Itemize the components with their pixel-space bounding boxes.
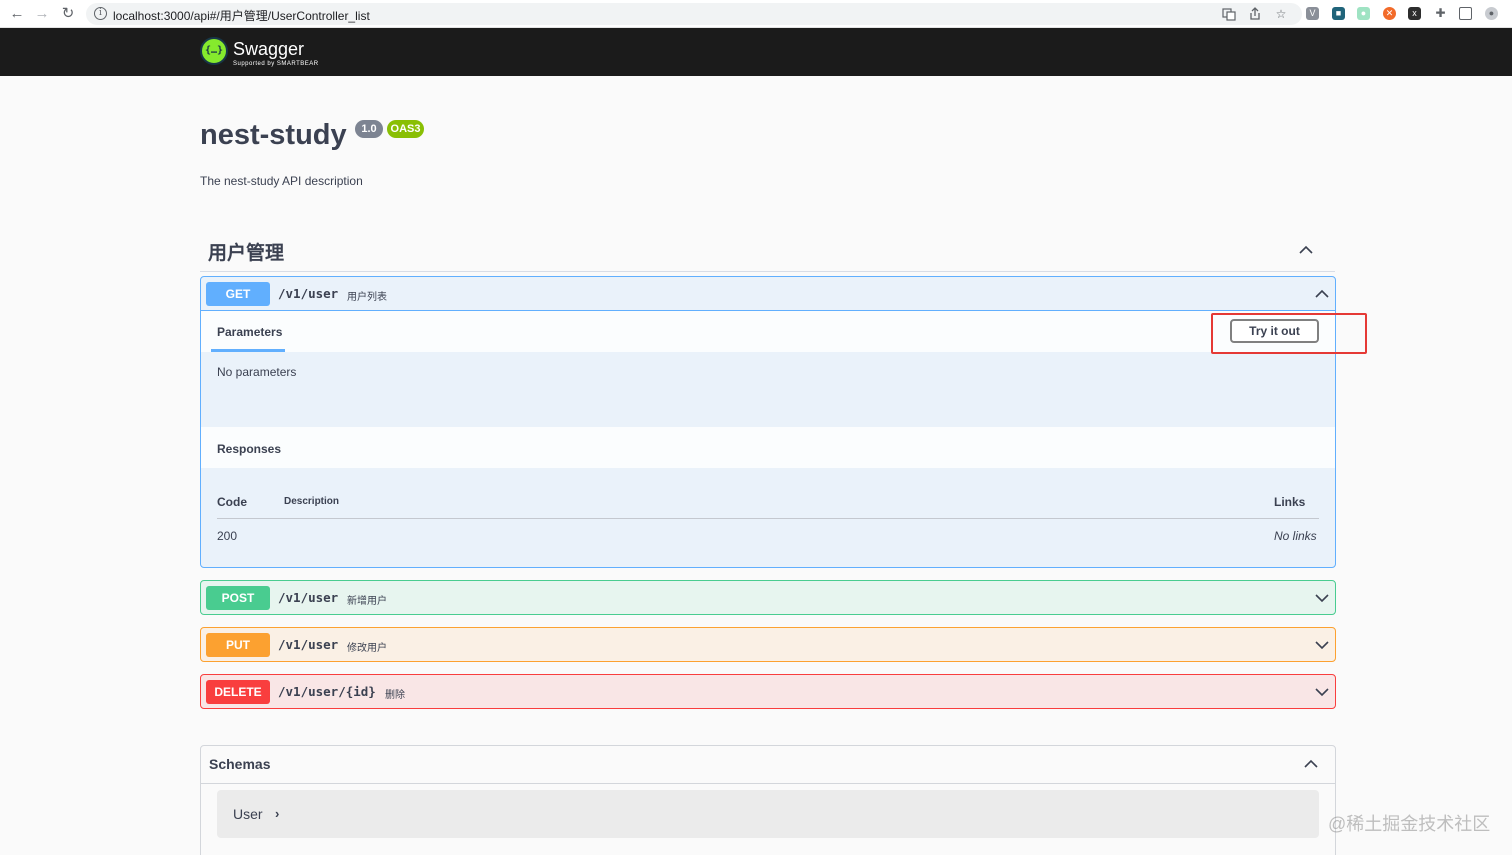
operation-path: /v1/user/{id} (278, 684, 376, 699)
puzzle-icon[interactable]: ✚ (1434, 7, 1447, 20)
swagger-logo-subtitle: Supported by SMARTBEAR (233, 61, 319, 67)
extension-icon[interactable]: ■ (1332, 7, 1345, 20)
annotation-highlight-box (1211, 313, 1367, 354)
api-description: The nest-study API description (200, 174, 363, 188)
operation-delete-user: DELETE /v1/user/{id} 删除 (200, 674, 1336, 709)
site-info-icon[interactable]: i (94, 7, 107, 20)
share-icon[interactable] (1248, 7, 1262, 21)
chevron-up-icon[interactable] (1314, 286, 1330, 302)
operation-summary[interactable]: PUT /v1/user 修改用户 (201, 628, 1335, 662)
operation-path: /v1/user (278, 590, 339, 605)
back-arrow-icon[interactable]: ← (8, 5, 26, 23)
method-badge-put: PUT (206, 633, 270, 657)
method-badge-get: GET (206, 282, 270, 306)
response-links: No links (1274, 529, 1317, 543)
profile-avatar-icon[interactable]: ● (1485, 7, 1498, 20)
responses-label: Responses (217, 442, 282, 456)
chevron-down-icon[interactable] (1314, 590, 1330, 606)
operation-summary[interactable]: DELETE /v1/user/{id} 删除 (201, 675, 1335, 709)
api-title: nest-study (200, 119, 347, 151)
browser-toolbar: ← → ↻ i localhost:3000/api#/用户管理/UserCon… (0, 0, 1512, 28)
operation-summary-text: 修改用户 (347, 643, 387, 654)
side-panel-icon[interactable] (1459, 7, 1472, 20)
response-code: 200 (217, 529, 238, 543)
swagger-logo-text[interactable]: Swagger (233, 39, 304, 60)
table-divider (217, 518, 1319, 519)
extension-icon[interactable]: x (1408, 7, 1421, 20)
chevron-right-icon[interactable]: › (275, 806, 279, 821)
parameters-tab-underline (211, 349, 285, 352)
operation-summary-text: 用户列表 (347, 292, 387, 303)
column-description: Description (284, 496, 340, 507)
operation-summary-text: 新增用户 (347, 596, 387, 607)
no-parameters-text: No parameters (217, 365, 297, 379)
oas-badge: OAS3 (387, 120, 424, 138)
schemas-title[interactable]: Schemas (209, 756, 270, 772)
chevron-down-icon[interactable] (1314, 637, 1330, 653)
model-user[interactable]: User › (217, 790, 1319, 838)
operation-path: /v1/user (278, 286, 339, 301)
forward-arrow-icon[interactable]: → (33, 5, 51, 23)
model-name[interactable]: User (233, 806, 263, 822)
swagger-logo-icon[interactable]: {…} (200, 37, 228, 65)
parameters-tab[interactable]: Parameters (217, 325, 282, 339)
operation-path: /v1/user (278, 637, 339, 652)
tag-section-header[interactable]: 用户管理 (200, 232, 1335, 272)
reload-icon[interactable]: ↻ (59, 5, 77, 23)
schemas-header[interactable]: Schemas (201, 746, 1335, 784)
operation-summary-text: 删除 (385, 690, 405, 701)
method-badge-post: POST (206, 586, 270, 610)
tag-title[interactable]: 用户管理 (208, 238, 284, 265)
chevron-up-icon[interactable] (1303, 756, 1319, 772)
column-links: Links (1274, 495, 1306, 509)
translate-icon[interactable] (1222, 7, 1236, 21)
watermark-text: @稀土掘金技术社区 (1328, 814, 1491, 834)
extension-icon[interactable]: ● (1357, 7, 1370, 20)
chevron-down-icon[interactable] (1314, 684, 1330, 700)
vue-devtools-icon[interactable]: V (1306, 7, 1319, 20)
operation-get-user: GET /v1/user 用户列表 Parameters Try it out … (200, 276, 1336, 568)
operation-summary[interactable]: POST /v1/user 新增用户 (201, 581, 1335, 615)
address-bar[interactable]: i localhost:3000/api#/用户管理/UserControlle… (86, 3, 1302, 25)
swagger-topbar: {…} Swagger Supported by SMARTBEAR (0, 28, 1512, 76)
operation-put-user: PUT /v1/user 修改用户 (200, 627, 1336, 662)
schemas-section: Schemas User › (200, 745, 1336, 855)
version-badge: 1.0 (355, 120, 383, 138)
operation-post-user: POST /v1/user 新增用户 (200, 580, 1336, 615)
method-badge-delete: DELETE (206, 680, 270, 704)
parameters-header: Parameters Try it out (201, 311, 1335, 352)
chevron-up-icon[interactable] (1298, 242, 1314, 258)
bookmark-star-icon[interactable]: ☆ (1274, 7, 1288, 21)
extension-icon[interactable]: ✕ (1383, 7, 1396, 20)
url-text[interactable]: localhost:3000/api#/用户管理/UserController_… (113, 7, 370, 24)
operation-summary[interactable]: GET /v1/user 用户列表 (201, 277, 1335, 311)
column-code: Code (217, 495, 247, 509)
responses-header: Responses (201, 427, 1335, 468)
